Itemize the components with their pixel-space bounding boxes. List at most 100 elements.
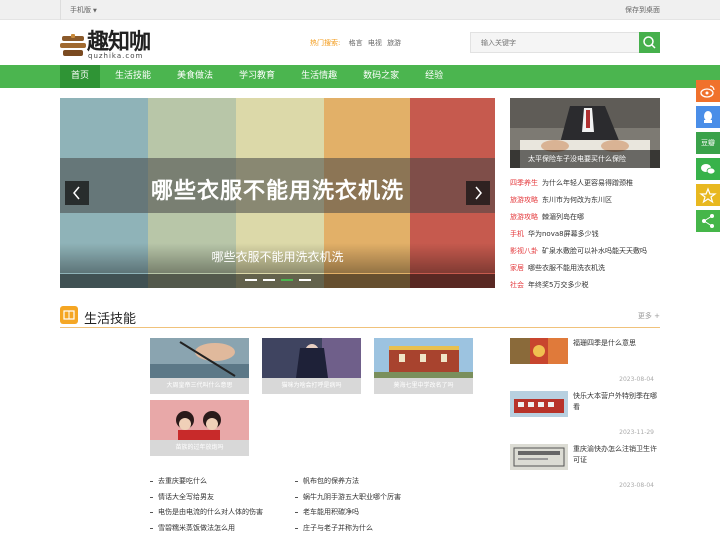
hand-photo-icon [150, 338, 249, 378]
save-to-desktop-link[interactable]: 保存到桌面 [625, 0, 660, 20]
license-photo-icon [510, 444, 568, 470]
list-item[interactable]: 老车能用积碳净吗 [295, 505, 401, 521]
slider-dot[interactable] [245, 279, 257, 281]
list-item[interactable]: 社会 年终奖5万交多少税 [510, 277, 660, 294]
slider-dot[interactable] [263, 279, 275, 281]
news-title: 重庆渝快办怎么注销卫生许可证 [573, 445, 657, 464]
nav-item-life-fun[interactable]: 生活情趣 [290, 65, 348, 88]
slider-prev-button[interactable] [65, 181, 89, 205]
search-input[interactable] [470, 32, 640, 53]
slider-dot-active[interactable] [281, 279, 293, 281]
share-icon [702, 214, 714, 228]
news-title: 福珊四季是什么意思 [573, 339, 636, 347]
list-item[interactable]: 影视八卦 矿泉水敷脸可以补水吗能天天敷吗 [510, 243, 660, 260]
share-qq-button[interactable] [696, 106, 720, 128]
nav-item-home[interactable]: 首页 [60, 65, 101, 88]
featured-image[interactable]: 太平保险车子没电要买什么保险 [510, 98, 660, 168]
thumb-image [150, 338, 249, 378]
logo[interactable]: 趣知咖 quzhika.com [60, 30, 160, 60]
festival-photo-icon [510, 338, 568, 364]
news-item[interactable]: 重庆渝快办怎么注销卫生许可证 2023-08-04 [510, 444, 660, 497]
nav-item-digital[interactable]: 数码之家 [352, 65, 410, 88]
link-list-left: 去重庆要吃什么 情话大全写给男友 电伤是由电流的什么对人体的伤害 雪碧糯米蒸饭做… [150, 474, 263, 536]
book-icon [63, 310, 75, 320]
thumb-card[interactable]: 大周皇帝三代叫什么意思 [150, 338, 249, 394]
share-wechat-button[interactable] [696, 158, 720, 180]
list-item[interactable]: 电伤是由电流的什么对人体的伤害 [150, 505, 263, 521]
thumb-label: 莫海七里中学改名了吗 [374, 378, 473, 394]
section-content: 大周皇帝三代叫什么意思 猫咪为啥会打呼是病吗 莫海七里中学改名了吗 苗族的过年放… [60, 328, 660, 533]
nav-item-experience[interactable]: 经验 [414, 65, 454, 88]
hot-search-label: 热门搜索: [310, 39, 341, 47]
slider-dots [60, 274, 495, 288]
slider-headline: 哪些衣服不能用洗衣机洗 [150, 179, 404, 204]
search-box [470, 32, 660, 53]
nav-item-life-skills[interactable]: 生活技能 [104, 65, 162, 88]
side-panel: 太平保险车子没电要买什么保险 四季养生 为什么年轻人更容易得蹭颈椎 旅游攻略 东川市… [510, 98, 660, 289]
hot-keyword[interactable]: 电视 [368, 39, 382, 47]
thumb-label: 大周皇帝三代叫什么意思 [150, 378, 249, 394]
weibo-icon [700, 85, 715, 98]
new-year-art-icon [150, 400, 249, 440]
logo-text: 趣知咖 [87, 29, 151, 55]
share-weibo-button[interactable] [696, 80, 720, 102]
list-item[interactable]: 蜗牛九阴手游五大职业哪个厉害 [295, 490, 401, 506]
list-item[interactable]: 情话大全写给男友 [150, 490, 263, 506]
news-date: 2023-08-04 [619, 376, 654, 383]
share-douban-button[interactable]: 豆瓣 [696, 132, 720, 154]
news-thumb [510, 391, 568, 417]
logo-domain: quzhika.com [88, 52, 144, 60]
search-icon [643, 36, 656, 49]
more-link[interactable]: 更多 + [638, 311, 660, 321]
news-thumb [510, 444, 568, 470]
thumb-label: 猫咪为啥会打呼是病吗 [262, 378, 361, 394]
list-item[interactable]: 四季养生 为什么年轻人更容易得蹭颈椎 [510, 175, 660, 192]
main-area: 哪些衣服不能用洗衣机洗 哪些衣服不能用洗衣机洗 太平保险车子没电要买什么保险 四… [60, 98, 660, 289]
slider-next-button[interactable] [466, 181, 490, 205]
search-button[interactable] [639, 32, 660, 53]
news-list: 福珊四季是什么意思 2023-08-04 快乐大本营户外特别季在哪看 2023-… [510, 338, 660, 497]
nav-item-education[interactable]: 学习教育 [228, 65, 286, 88]
main-nav: 首页 生活技能 美食做法 学习教育 生活情趣 数码之家 经验 [0, 65, 720, 88]
slider-dot[interactable] [299, 279, 311, 281]
thumb-image [374, 338, 473, 378]
chevron-right-icon [475, 186, 482, 200]
section-title: 生活技能 [84, 312, 137, 327]
chevron-down-icon: ▼ [93, 8, 97, 14]
hot-keyword[interactable]: 格言 [349, 39, 363, 47]
list-item[interactable]: 庄子与老子并称为什么 [295, 521, 401, 537]
wechat-icon [701, 164, 716, 175]
thumb-label: 苗族的过年放炮吗 [150, 440, 249, 456]
thumb-card[interactable]: 莫海七里中学改名了吗 [374, 338, 473, 394]
thumb-card[interactable]: 苗族的过年放炮吗 [150, 400, 249, 456]
top-bar: 手机版 ▼ 保存到桌面 [0, 0, 720, 20]
news-date: 2023-11-29 [619, 429, 654, 436]
share-more-button[interactable] [696, 210, 720, 232]
news-item[interactable]: 快乐大本营户外特别季在哪看 2023-11-29 [510, 391, 660, 444]
list-item[interactable]: 去重庆要吃什么 [150, 474, 263, 490]
hot-search: 热门搜索: 格言 电视 旅游 [310, 38, 404, 48]
anime-art-icon [262, 338, 361, 378]
list-item[interactable]: 旅游攻略 棘湄列岛在哪 [510, 209, 660, 226]
hot-keyword[interactable]: 旅游 [387, 39, 401, 47]
list-item[interactable]: 旅游攻略 东川市为何改为东川区 [510, 192, 660, 209]
list-item[interactable]: 帆布包的保养方法 [295, 474, 401, 490]
news-item[interactable]: 福珊四季是什么意思 2023-08-04 [510, 338, 660, 391]
star-icon [699, 187, 717, 204]
featured-caption: 太平保险车子没电要买什么保险 [510, 150, 660, 168]
link-list-right: 帆布包的保养方法 蜗牛九阴手游五大职业哪个厉害 老车能用积碳净吗 庄子与老子并称… [295, 474, 401, 536]
thumb-card[interactable]: 猫咪为啥会打呼是病吗 [262, 338, 361, 394]
list-item[interactable]: 家居 哪些衣服不能用洗衣机洗 [510, 260, 660, 277]
mobile-version-link[interactable]: 手机版 ▼ [60, 0, 97, 20]
share-favorite-button[interactable] [696, 184, 720, 206]
qq-icon [704, 111, 712, 123]
image-slider[interactable]: 哪些衣服不能用洗衣机洗 哪些衣服不能用洗衣机洗 [60, 98, 495, 288]
list-item[interactable]: 手机 华为nova8屏幕多少钱 [510, 226, 660, 243]
nav-item-recipes[interactable]: 美食做法 [166, 65, 224, 88]
list-item[interactable]: 雪碧糯米蒸饭做法怎么用 [150, 521, 263, 537]
news-title: 快乐大本营户外特别季在哪看 [573, 392, 657, 411]
section-header: 生活技能 更多 + [60, 306, 660, 328]
building-photo-icon [374, 338, 473, 378]
thumb-image [262, 338, 361, 378]
slider-caption: 哪些衣服不能用洗衣机洗 [211, 250, 344, 264]
